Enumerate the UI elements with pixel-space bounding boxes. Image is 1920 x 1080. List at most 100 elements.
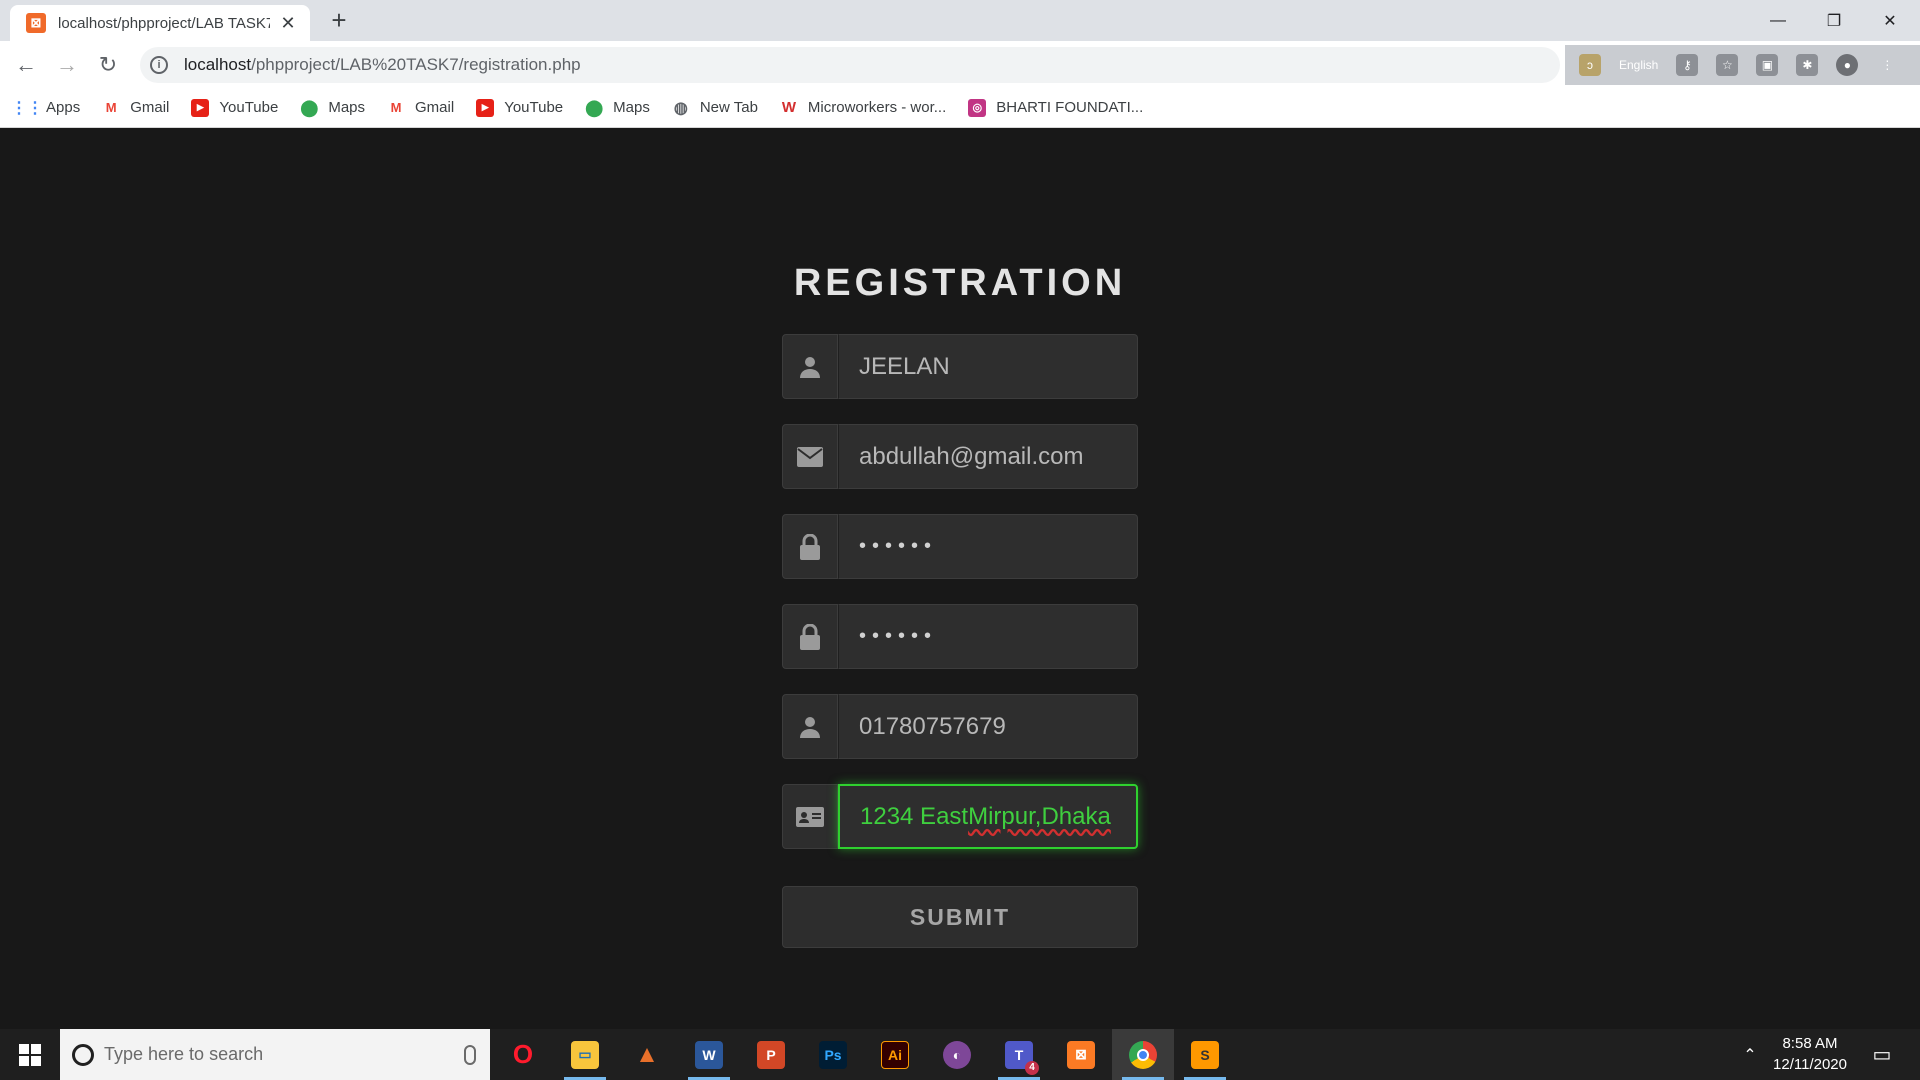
search-placeholder: Type here to search xyxy=(104,1044,264,1064)
gmail-icon: M xyxy=(105,100,117,115)
tray-chevron-icon[interactable]: ⌃ xyxy=(1740,1029,1760,1080)
key-icon[interactable]: ⚷ xyxy=(1676,54,1699,76)
tab-strip: ⊠ localhost/phpproject/LAB TASK7/ ✕ + — … xyxy=(0,0,1920,41)
bookmark-microworkers[interactable]: W Microworkers - wor... xyxy=(780,99,946,117)
bookmark-label: New Tab xyxy=(699,99,758,116)
microworkers-icon: W xyxy=(781,99,796,116)
extensions-area: ↄ English ⚷ ☆ ▣ ✱ ● ⋮ xyxy=(1565,45,1920,85)
apps-grid-icon: ⋮⋮ xyxy=(11,99,43,117)
youtube-icon: ▶ xyxy=(476,98,495,117)
registration-page: REGISTRATION JEELAN abdullah@gmail.com •… xyxy=(0,129,1920,1029)
submit-button[interactable]: SUBMIT xyxy=(782,886,1138,948)
user-icon xyxy=(782,334,838,399)
instagram-icon: ◎ xyxy=(968,98,987,117)
bookmark-gmail[interactable]: M Gmail xyxy=(387,99,455,117)
phone-input[interactable]: 01780757679 xyxy=(838,694,1138,759)
back-arrow-icon[interactable]: ← xyxy=(10,49,42,81)
microphone-icon[interactable] xyxy=(464,1044,476,1065)
bookmark-label: YouTube xyxy=(219,99,279,116)
photoshop-icon[interactable]: Ps xyxy=(802,1029,864,1080)
puzzle-extensions-icon[interactable]: ✱ xyxy=(1796,54,1819,76)
bookmark-new-tab[interactable]: ◍ New Tab xyxy=(672,99,758,117)
lock-icon xyxy=(782,514,838,579)
envelope-icon xyxy=(782,424,838,489)
bookmarks-bar: ⋮⋮ Apps M Gmail ▶ YouTube ⬤ Maps M Gmail… xyxy=(0,88,1920,128)
reload-icon[interactable]: ↻ xyxy=(92,49,124,81)
password-input[interactable]: •••••• xyxy=(838,514,1138,579)
language-extension-label[interactable]: English xyxy=(1619,58,1658,72)
bookmark-label: Gmail xyxy=(415,99,455,116)
windows-start-icon[interactable] xyxy=(0,1029,60,1080)
close-window-icon[interactable]: ✕ xyxy=(1862,0,1918,41)
windows-taskbar: Type here to search O ▭ ▲ W P Ps Ai ◐ T4… xyxy=(0,1029,1920,1080)
browser-tab[interactable]: ⊠ localhost/phpproject/LAB TASK7/ ✕ xyxy=(10,5,310,41)
clock-date: 12/11/2020 xyxy=(1773,1056,1847,1073)
bookmark-maps[interactable]: ⬤ Maps xyxy=(585,99,650,117)
url-text: localhost/phpproject/LAB%20TASK7/registr… xyxy=(184,55,581,74)
site-info-icon[interactable]: i xyxy=(150,56,168,74)
name-field-group: JEELAN xyxy=(782,334,1138,399)
address-text-start: 1234 East xyxy=(860,802,969,830)
xampp-favicon-icon: ⊠ xyxy=(26,13,46,33)
bookmark-youtube[interactable]: ▶ YouTube xyxy=(476,98,564,117)
tor-browser-icon[interactable]: ◐ xyxy=(926,1029,988,1080)
address-bar[interactable]: i localhost/phpproject/LAB%20TASK7/regis… xyxy=(140,47,1560,83)
bookmark-label: Gmail xyxy=(130,99,170,116)
email-field-group: abdullah@gmail.com xyxy=(782,424,1138,489)
taskbar-search-box[interactable]: Type here to search xyxy=(60,1029,490,1080)
new-tab-plus-icon[interactable]: + xyxy=(325,7,353,35)
confirm-password-input[interactable]: •••••• xyxy=(838,604,1138,669)
xampp-icon[interactable]: ⊠ xyxy=(1050,1029,1112,1080)
bookmark-apps[interactable]: ⋮⋮ Apps xyxy=(11,99,81,117)
teams-notification-badge: 4 xyxy=(1025,1060,1039,1075)
password-field-group: •••••• xyxy=(782,514,1138,579)
tab-title: localhost/phpproject/LAB TASK7/ xyxy=(58,14,270,32)
address-input[interactable]: 1234 East Mirpur,Dhaka xyxy=(838,784,1138,849)
bookmark-star-icon[interactable]: ☆ xyxy=(1716,54,1739,76)
bookmark-label: Apps xyxy=(46,99,81,116)
bookmark-youtube[interactable]: ▶ YouTube xyxy=(191,98,279,117)
menu-icon[interactable]: ⋮ xyxy=(1876,54,1898,76)
forward-arrow-icon[interactable]: → xyxy=(51,49,83,81)
bookmark-label: YouTube xyxy=(504,99,564,116)
extension-icon[interactable]: ↄ xyxy=(1579,54,1601,76)
bookmark-label: Maps xyxy=(328,99,366,116)
globe-icon: ◍ xyxy=(673,99,688,117)
bookmark-gmail[interactable]: M Gmail xyxy=(102,99,170,117)
sublime-text-icon[interactable]: S xyxy=(1174,1029,1236,1080)
user-icon xyxy=(782,694,838,759)
bookmark-bharti-foundation[interactable]: ◎ BHARTI FOUNDATI... xyxy=(968,98,1143,117)
address-field-group: 1234 East Mirpur,Dhaka xyxy=(782,784,1138,849)
notifications-icon[interactable]: ▭ xyxy=(1862,1029,1902,1080)
opera-icon[interactable]: O xyxy=(492,1029,554,1080)
restore-icon[interactable]: ❐ xyxy=(1806,0,1862,41)
clock-time: 8:58 AM xyxy=(1782,1035,1838,1052)
maps-icon: ⬤ xyxy=(300,99,319,117)
bookmark-maps[interactable]: ⬤ Maps xyxy=(300,99,365,117)
lock-icon xyxy=(782,604,838,669)
illustrator-icon[interactable]: Ai xyxy=(864,1029,926,1080)
name-input[interactable]: JEELAN xyxy=(838,334,1138,399)
powerpoint-icon[interactable]: P xyxy=(740,1029,802,1080)
chrome-icon[interactable] xyxy=(1112,1029,1174,1080)
matlab-icon[interactable]: ▲ xyxy=(616,1029,678,1080)
word-icon[interactable]: W xyxy=(678,1029,740,1080)
file-explorer-icon[interactable]: ▭ xyxy=(554,1029,616,1080)
taskbar-clock[interactable]: 8:58 AM 12/11/2020 xyxy=(1760,1033,1860,1075)
page-title: REGISTRATION xyxy=(793,262,1127,304)
cortana-icon xyxy=(72,1043,94,1066)
gmail-icon: M xyxy=(390,100,402,115)
profile-avatar-icon[interactable]: ● xyxy=(1836,54,1859,76)
teams-icon[interactable]: T4 xyxy=(988,1029,1050,1080)
extension-icon[interactable]: ▣ xyxy=(1756,54,1779,76)
minimize-icon[interactable]: — xyxy=(1750,0,1806,41)
bookmark-label: Microworkers - wor... xyxy=(807,99,947,116)
tab-close-icon[interactable]: ✕ xyxy=(278,13,298,34)
email-input[interactable]: abdullah@gmail.com xyxy=(838,424,1138,489)
confirm-password-field-group: •••••• xyxy=(782,604,1138,669)
address-text-misspelled: Mirpur,Dhaka xyxy=(968,802,1111,830)
maps-icon: ⬤ xyxy=(585,99,604,117)
phone-field-group: 01780757679 xyxy=(782,694,1138,759)
bookmark-label: Maps xyxy=(613,99,650,116)
youtube-icon: ▶ xyxy=(191,98,210,117)
